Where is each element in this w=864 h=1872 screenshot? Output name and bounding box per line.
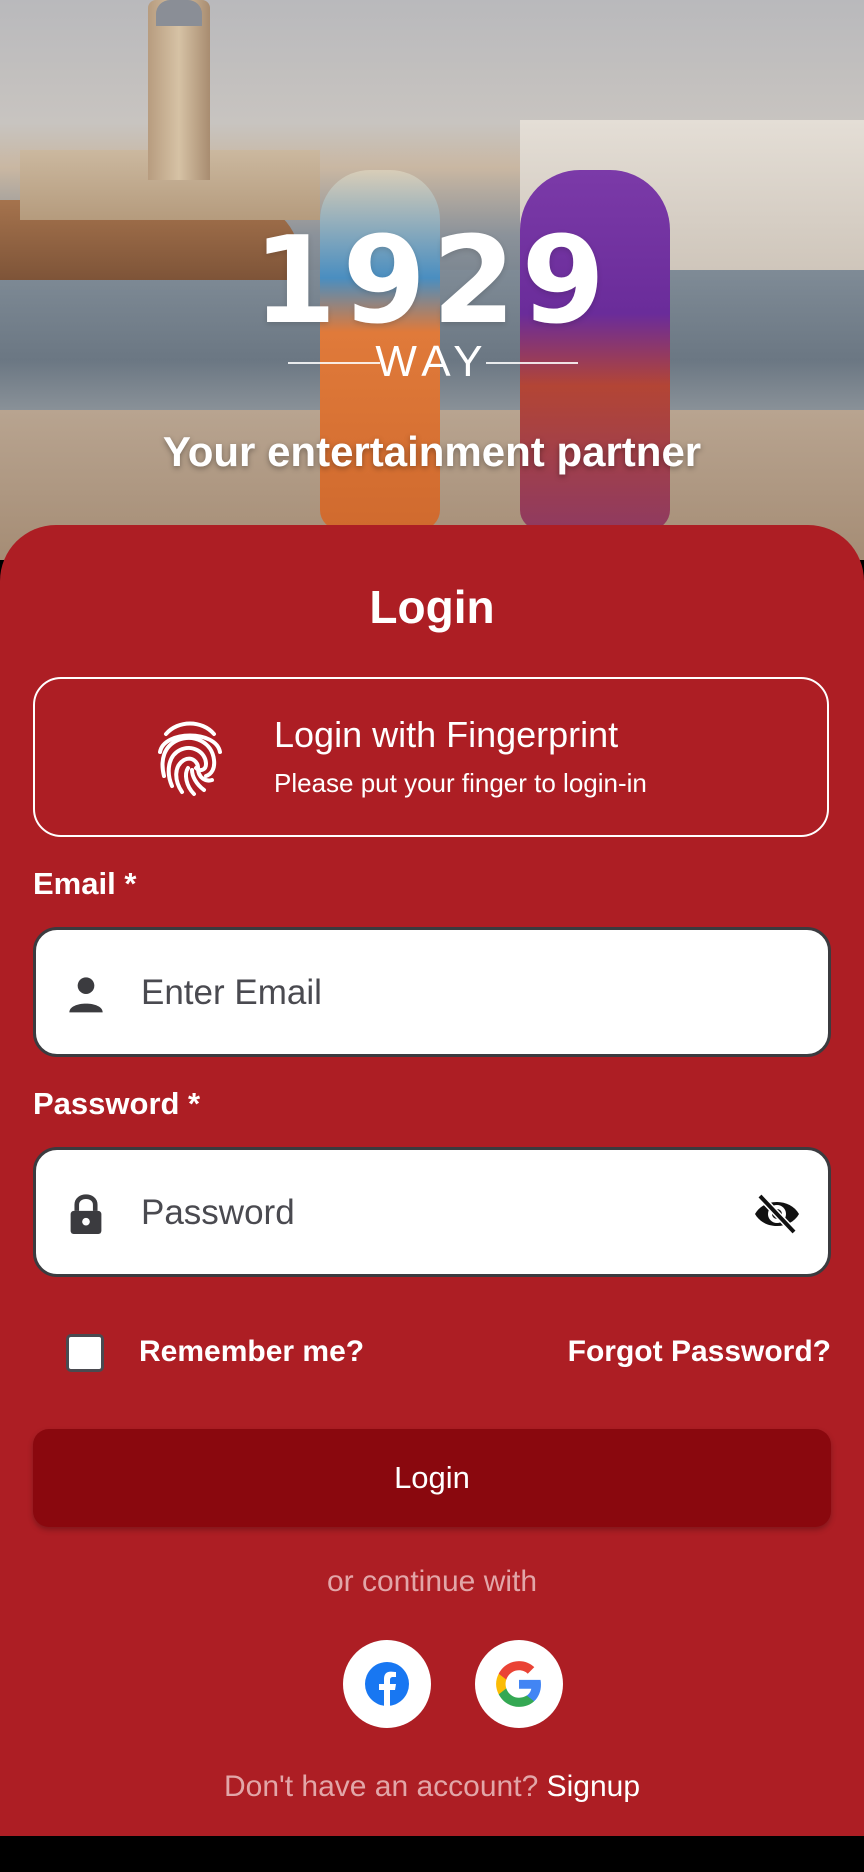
login-button[interactable]: Login bbox=[33, 1429, 831, 1527]
logo-number: 1929 bbox=[253, 212, 611, 351]
remember-me-label[interactable]: Remember me? bbox=[139, 1335, 364, 1369]
email-field[interactable] bbox=[33, 927, 831, 1057]
google-icon bbox=[496, 1661, 541, 1707]
email-label: Email * bbox=[33, 866, 137, 901]
person-icon bbox=[69, 977, 103, 1013]
fingerprint-icon bbox=[158, 721, 222, 796]
fingerprint-title: Login with Fingerprint bbox=[274, 714, 619, 755]
lighthouse bbox=[148, 0, 210, 180]
fingerprint-subtitle: Please put your finger to login-in bbox=[274, 768, 647, 798]
fingerprint-login-button[interactable] bbox=[33, 677, 829, 837]
logo-word: WAY bbox=[375, 337, 489, 386]
or-continue-with: or continue with bbox=[326, 1565, 538, 1598]
bottom-bar bbox=[0, 1836, 864, 1872]
lock-icon bbox=[70, 1194, 102, 1234]
lighthouse-top bbox=[156, 0, 202, 26]
forgot-password-link[interactable]: Forgot Password? bbox=[568, 1335, 831, 1369]
google-login-button[interactable] bbox=[475, 1640, 563, 1728]
email-input[interactable] bbox=[139, 930, 723, 1056]
facebook-icon bbox=[365, 1662, 409, 1707]
tagline: Your entertainment partner bbox=[162, 428, 702, 475]
eye-off-icon[interactable] bbox=[752, 1192, 802, 1236]
signup-question: Don't have an account? bbox=[223, 1770, 539, 1803]
signup-link[interactable]: Signup bbox=[547, 1770, 640, 1803]
facebook-login-button[interactable] bbox=[343, 1640, 431, 1728]
password-input[interactable] bbox=[139, 1150, 723, 1276]
signup-row: Don't have an account? Signup bbox=[0, 1770, 864, 1804]
password-field[interactable] bbox=[33, 1147, 831, 1277]
remember-me-checkbox[interactable] bbox=[66, 1334, 104, 1372]
page-title: Login bbox=[369, 581, 495, 633]
password-label: Password * bbox=[33, 1086, 201, 1121]
